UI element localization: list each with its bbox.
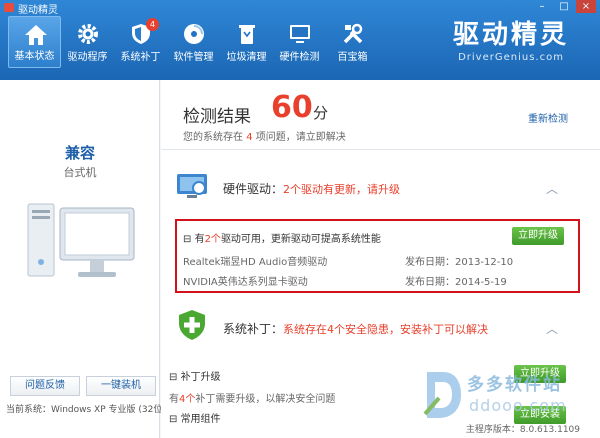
one-click-install-button[interactable]: 一键装机	[86, 376, 156, 396]
system-value: Windows XP 专业版 (32位)	[51, 405, 166, 415]
desc-suffix: 项问题，请立即解决	[255, 132, 346, 143]
pc-type: 台式机	[63, 166, 97, 179]
nav-toolbox[interactable]: 百宝箱	[326, 16, 379, 68]
expand-icon[interactable]: ⊟	[169, 414, 181, 425]
close-button[interactable]: ×	[576, 0, 596, 13]
score-value: 60	[271, 90, 313, 125]
version-label: 主程序版本：8.0.613.1109	[465, 425, 580, 435]
upgrade-drivers-button[interactable]: 立即升级	[512, 227, 564, 245]
patch-description: 有4个补丁需要升级，以解决安全问题	[169, 390, 335, 405]
driver-update-box: ⊟ 有2个驱动可用，更新驱动可提高系统性能 立即升级 Realtek瑞昱HD A…	[175, 219, 580, 293]
window-title: 驱动精灵	[18, 5, 58, 16]
minimize-button[interactable]: –	[532, 0, 552, 13]
desc-prefix: 有	[169, 394, 179, 405]
watermark: 多多软件站 ddooo.com	[421, 366, 591, 426]
hardware-name: 硬件驱动：	[223, 182, 284, 196]
driver-name: NVIDIA英伟达系列显卡驱动	[183, 277, 308, 288]
components-label: 常用组件	[180, 414, 221, 425]
nav-label: 垃圾清理	[226, 52, 267, 63]
maximize-button[interactable]: □	[554, 0, 574, 13]
patch-name: 系统补丁：	[223, 322, 284, 336]
driver-count: 2个	[204, 234, 221, 245]
nav-drivers[interactable]: 驱动程序	[61, 16, 114, 68]
brand-name: 驱动精灵	[452, 20, 569, 50]
left-panel: 兼容 台式机 问题反馈 一键装机 当前系统：Windows XP 专业版 (32…	[0, 80, 166, 438]
hardware-title: 硬件驱动：2个驱动有更新，请升级	[223, 180, 400, 197]
patch-status: 系统存在4个安全隐患，安装补丁可以解决	[283, 323, 489, 336]
title-bar: 驱动精灵 – □ ×	[0, 0, 600, 16]
window-controls: – □ ×	[532, 0, 596, 13]
main-nav: 基本状态 驱动程序 4 系统补丁 软件管理 垃圾清理 硬件检测 百宝箱	[8, 16, 379, 68]
collapse-icon[interactable]: ︿	[546, 320, 558, 337]
nav-system-patch[interactable]: 4 系统补丁	[114, 16, 167, 68]
nav-label: 百宝箱	[337, 52, 368, 63]
patch-section-header[interactable]: 系统补丁：系统存在4个安全隐患，安装补丁可以解决 ︿	[161, 298, 600, 358]
feedback-button[interactable]: 问题反馈	[10, 376, 80, 396]
patch-count-badge: 4	[146, 18, 159, 31]
brand-logo: 驱动精灵 DriverGenius.com	[436, 18, 586, 74]
monitor-icon	[290, 25, 310, 43]
shield-plus-icon	[179, 310, 205, 340]
nav-basic-status[interactable]: 基本状态	[8, 16, 61, 68]
system-label: 当前系统：	[6, 405, 52, 415]
driver-name: Realtek瑞昱HD Audio音频驱动	[183, 257, 328, 268]
left-buttons: 问题反馈 一键装机	[10, 376, 156, 396]
top-bar: 驱动精灵 – □ × 基本状态 驱动程序 4 系统补丁 软件管理 垃圾清理 硬件…	[0, 0, 600, 80]
expand-icon[interactable]: ⊟	[183, 234, 195, 245]
patch-sub-label: 补丁升级	[180, 372, 221, 383]
score-description: 您的系统存在 4 项问题，请立即解决	[183, 128, 346, 143]
app-logo-icon	[4, 3, 14, 12]
collapse-icon[interactable]: ︿	[546, 180, 558, 197]
score-unit: 分	[313, 104, 329, 122]
brand-url: DriverGenius.com	[458, 52, 564, 63]
nav-label: 系统补丁	[120, 52, 161, 63]
nav-label: 基本状态	[14, 51, 55, 62]
patch-upgrade-subheader[interactable]: ⊟ 补丁升级	[169, 368, 221, 383]
nav-software[interactable]: 软件管理	[167, 16, 220, 68]
nav-label: 硬件检测	[279, 52, 320, 63]
main-content: 检测结果 60 分 您的系统存在 4 项问题，请立即解决 重新检测 硬件驱动：2…	[161, 80, 600, 438]
issue-count: 4	[246, 132, 253, 143]
home-icon	[25, 25, 47, 45]
score-title: 检测结果	[183, 107, 251, 127]
recheck-link[interactable]: 重新检测	[528, 110, 568, 125]
desc-suffix: 补丁需要升级，以解决安全问题	[195, 394, 336, 405]
driver-date: 发布日期：2013-12-10	[405, 257, 514, 268]
patch-count: 4个	[179, 394, 196, 405]
hardware-icon	[177, 174, 207, 198]
score-area: 检测结果 60 分 您的系统存在 4 项问题，请立即解决 重新检测	[161, 80, 600, 150]
watermark-logo-icon	[423, 372, 461, 418]
head-prefix: 有	[194, 234, 205, 245]
tools-icon	[343, 23, 363, 44]
components-subheader[interactable]: ⊟ 常用组件	[169, 410, 221, 425]
driver-date: 发布日期：2014-5-19	[405, 277, 507, 288]
nav-cleanup[interactable]: 垃圾清理	[220, 16, 273, 68]
driver-summary: ⊟ 有2个驱动可用，更新驱动可提高系统性能	[183, 230, 381, 245]
watermark-en: ddooo.com	[469, 396, 567, 415]
trash-icon	[239, 25, 255, 44]
pc-name: 兼容	[64, 144, 95, 162]
head-suffix: 驱动可用，更新驱动可提高系统性能	[220, 234, 381, 245]
disc-icon	[184, 24, 204, 44]
hardware-status: 2个驱动有更新，请升级	[283, 183, 401, 196]
nav-hardware[interactable]: 硬件检测	[273, 16, 326, 68]
patch-title: 系统补丁：系统存在4个安全隐患，安装补丁可以解决	[223, 320, 488, 337]
current-system: 当前系统：Windows XP 专业版 (32位)	[6, 402, 166, 415]
nav-label: 软件管理	[173, 52, 214, 63]
watermark-cn: 多多软件站	[467, 375, 562, 395]
expand-icon[interactable]: ⊟	[169, 372, 181, 383]
gear-icon	[78, 24, 98, 44]
hardware-section-header[interactable]: 硬件驱动：2个驱动有更新，请升级 ︿	[161, 158, 600, 218]
nav-label: 驱动程序	[67, 52, 108, 63]
desktop-pc-icon	[27, 203, 135, 277]
desc-prefix: 您的系统存在	[183, 132, 243, 143]
